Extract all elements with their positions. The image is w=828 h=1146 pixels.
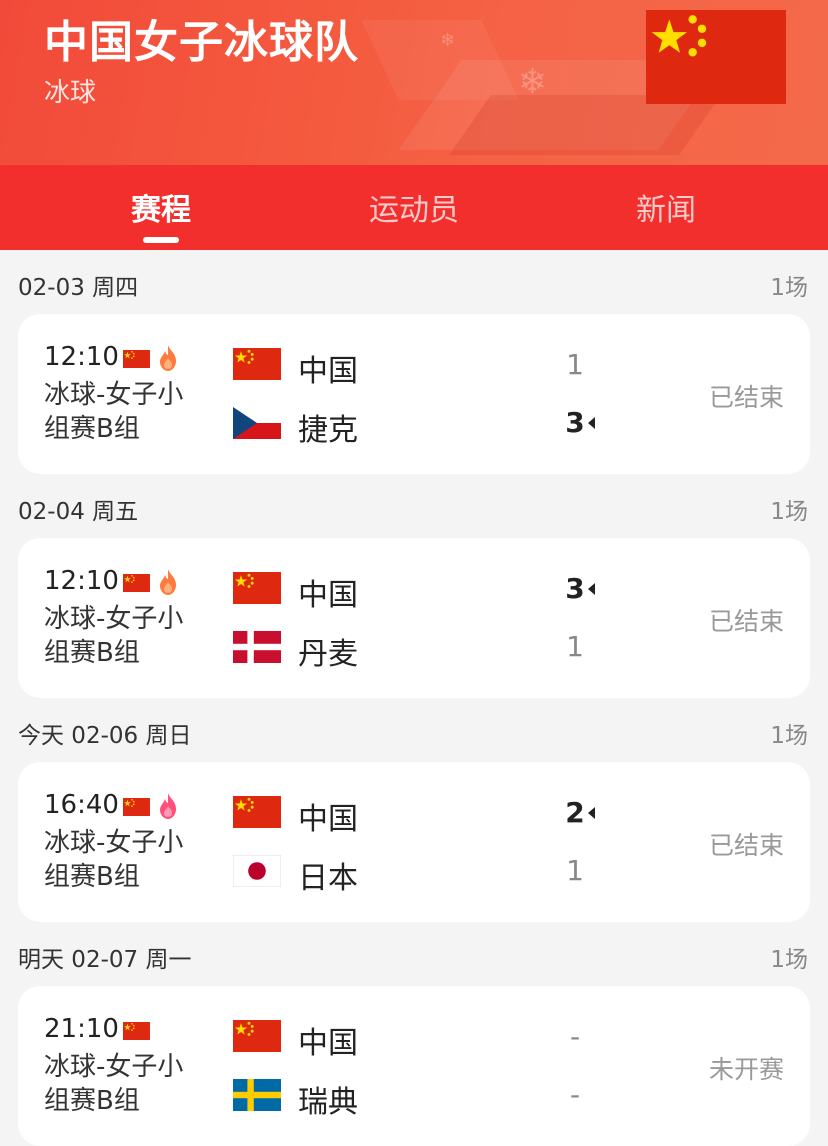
away-team-name: 捷克 bbox=[298, 413, 358, 448]
team-header: ❄ ❄ 中国女子冰球队 冰球 bbox=[0, 0, 828, 165]
event-name: 冰球-女子小 组赛B组 bbox=[44, 378, 209, 446]
event-name: 冰球-女子小 组赛B组 bbox=[44, 826, 209, 894]
china-flag-icon bbox=[123, 1022, 150, 1040]
header-decoration bbox=[448, 95, 722, 155]
china-flag-icon bbox=[123, 574, 150, 592]
china-flag-icon bbox=[646, 10, 786, 104]
match-status: 未开赛 bbox=[708, 1055, 784, 1084]
winner-arrow-icon bbox=[588, 583, 595, 595]
event-line: 冰球-女子小 bbox=[44, 1052, 184, 1082]
match-time: 16:40 bbox=[44, 790, 119, 820]
away-score: 1 bbox=[566, 854, 584, 887]
day-header: 02-03 周四 1场 bbox=[0, 250, 828, 314]
china-flag-icon bbox=[123, 798, 150, 816]
home-score: 3 bbox=[565, 572, 585, 605]
event-name: 冰球-女子小 组赛B组 bbox=[44, 1050, 209, 1118]
day-header: 02-04 周五 1场 bbox=[0, 474, 828, 538]
home-team-name: 中国 bbox=[298, 578, 358, 613]
china-flag-icon bbox=[233, 572, 281, 604]
match-card[interactable]: 21:10 冰球-女子小 组赛B组 中国 - 瑞典 - 未开赛 bbox=[18, 986, 810, 1146]
day-date: 02-04 周五 bbox=[18, 499, 139, 525]
china-flag-icon bbox=[233, 796, 281, 828]
event-line: 组赛B组 bbox=[44, 862, 140, 892]
away-team-name: 日本 bbox=[298, 861, 358, 896]
day-header: 明天 02-07 周一 1场 bbox=[0, 922, 828, 986]
tab-news[interactable]: 新闻 bbox=[636, 185, 696, 229]
match-count: 1场 bbox=[770, 947, 808, 973]
china-flag-icon bbox=[233, 348, 281, 380]
away-team-name: 瑞典 bbox=[298, 1085, 358, 1120]
match-card[interactable]: 16:40 冰球-女子小 组赛B组 中国 2 日本 1 已结束 bbox=[18, 762, 810, 922]
match-time: 12:10 bbox=[44, 342, 119, 372]
home-score: 2 bbox=[565, 796, 585, 829]
match-count: 1场 bbox=[770, 499, 808, 525]
fire-icon bbox=[156, 344, 180, 372]
denmark-flag-icon bbox=[233, 631, 281, 663]
event-line: 冰球-女子小 bbox=[44, 380, 184, 410]
home-team-name: 中国 bbox=[298, 354, 358, 389]
fire-icon bbox=[156, 792, 180, 820]
event-line: 冰球-女子小 bbox=[44, 828, 184, 858]
tab-bar: 赛程 运动员 新闻 bbox=[0, 165, 828, 250]
team-sport: 冰球 bbox=[44, 78, 97, 108]
home-team-name: 中国 bbox=[298, 802, 358, 837]
away-score: - bbox=[569, 1078, 581, 1111]
home-team-name: 中国 bbox=[298, 1026, 358, 1061]
event-name: 冰球-女子小 组赛B组 bbox=[44, 602, 209, 670]
day-date: 02-03 周四 bbox=[18, 275, 139, 301]
home-score: 1 bbox=[566, 348, 584, 381]
team-title: 中国女子冰球队 bbox=[44, 17, 359, 68]
day-date: 今天 02-06 周日 bbox=[18, 723, 192, 749]
event-line: 组赛B组 bbox=[44, 1086, 140, 1116]
event-line: 组赛B组 bbox=[44, 638, 140, 668]
match-count: 1场 bbox=[770, 275, 808, 301]
winner-arrow-icon bbox=[588, 417, 595, 429]
event-line: 冰球-女子小 bbox=[44, 604, 184, 634]
fire-icon bbox=[156, 568, 180, 596]
match-status: 已结束 bbox=[708, 383, 784, 412]
day-date: 明天 02-07 周一 bbox=[18, 947, 192, 973]
away-score: 1 bbox=[566, 630, 584, 663]
match-time: 12:10 bbox=[44, 566, 119, 596]
match-count: 1场 bbox=[770, 723, 808, 749]
active-tab-indicator bbox=[143, 237, 179, 243]
schedule-list: 02-03 周四 1场 12:10 冰球-女子小 组赛B组 中国 1 捷克 3 … bbox=[0, 250, 828, 1146]
japan-flag-icon bbox=[233, 855, 281, 887]
tab-athletes[interactable]: 运动员 bbox=[369, 185, 459, 229]
winner-arrow-icon bbox=[588, 807, 595, 819]
tab-schedule[interactable]: 赛程 bbox=[131, 185, 191, 229]
away-team-name: 丹麦 bbox=[298, 637, 358, 672]
china-flag-icon bbox=[123, 350, 150, 368]
match-status: 已结束 bbox=[708, 607, 784, 636]
away-score: 3 bbox=[565, 406, 585, 439]
sweden-flag-icon bbox=[233, 1079, 281, 1111]
czech-flag-icon bbox=[233, 407, 281, 439]
home-score: - bbox=[569, 1020, 581, 1053]
snowflake-icon: ❄ bbox=[440, 30, 456, 51]
match-card[interactable]: 12:10 冰球-女子小 组赛B组 中国 1 捷克 3 已结束 bbox=[18, 314, 810, 474]
day-header: 今天 02-06 周日 1场 bbox=[0, 698, 828, 762]
china-flag-icon bbox=[233, 1020, 281, 1052]
match-time: 21:10 bbox=[44, 1014, 119, 1044]
match-card[interactable]: 12:10 冰球-女子小 组赛B组 中国 3 丹麦 1 已结束 bbox=[18, 538, 810, 698]
match-status: 已结束 bbox=[708, 831, 784, 860]
snowflake-icon: ❄ bbox=[518, 62, 547, 102]
event-line: 组赛B组 bbox=[44, 414, 140, 444]
